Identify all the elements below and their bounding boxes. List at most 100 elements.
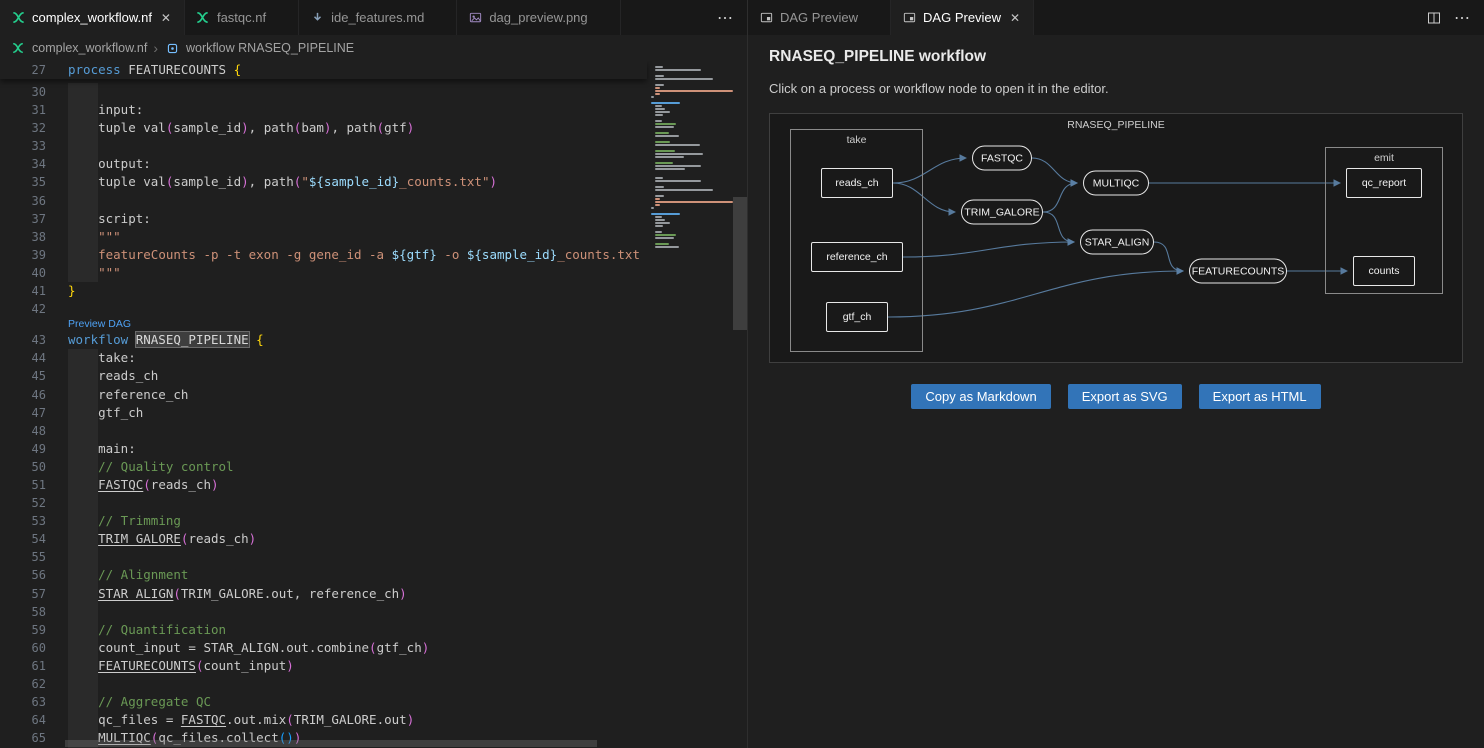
code-line[interactable] [68,137,647,155]
dag-node-counts[interactable]: counts [1353,256,1415,286]
dag-edge-reference_ch-STAR_ALIGN [903,242,1074,257]
dag-node-qc_report[interactable]: qc_report [1346,168,1422,198]
code-line[interactable]: // Trimming [68,512,647,530]
code-line[interactable]: gtf_ch [68,404,647,422]
code-row: 50 // Quality control [0,458,647,476]
line-number: 56 [0,566,46,584]
line-number: 33 [0,137,46,155]
code-line[interactable]: TRIM_GALORE(reads_ch) [68,530,647,548]
line-number: 52 [0,494,46,512]
image-icon [467,10,483,26]
dag-edge-TRIM_GALORE-STAR_ALIGN [1043,212,1074,242]
code-row: 63 // Aggregate QC [0,693,647,711]
indent-highlight [68,101,98,119]
code-line[interactable]: """ [68,228,647,246]
code-line[interactable] [68,494,647,512]
breadcrumb-symbol[interactable]: workflow RNASEQ_PIPELINE [186,41,354,55]
codelens-preview-dag[interactable]: Preview DAG [68,318,647,331]
dag-node-gtf_ch[interactable]: gtf_ch [826,302,888,332]
dag-edge-gtf_ch-FEATURECOUNTS [888,271,1183,317]
dag-node-reference_ch[interactable]: reference_ch [811,242,903,272]
code-line[interactable] [68,422,647,440]
code-row: 47 gtf_ch [0,404,647,422]
code-line[interactable]: output: [68,155,647,173]
code-line[interactable]: process FEATURECOUNTS { [68,61,647,79]
code-line[interactable]: main: [68,440,647,458]
line-number: 32 [0,119,46,137]
code-line[interactable]: reads_ch [68,367,647,385]
breadcrumb-file[interactable]: complex_workflow.nf [32,41,147,55]
code-line[interactable] [68,603,647,621]
vertical-scrollbar[interactable] [733,197,747,330]
code-row: 30 [0,83,647,101]
code-row: 39 featureCounts -p -t exon -g gene_id -… [0,246,647,264]
indent-highlight [68,386,98,404]
close-icon[interactable]: ✕ [1007,11,1023,25]
code-line[interactable]: workflow RNASEQ_PIPELINE { [68,331,647,349]
line-number: 40 [0,264,46,282]
dag-node-MULTIQC[interactable]: MULTIQC [1083,171,1149,196]
tab-fastqc-nf[interactable]: fastqc.nf [185,0,299,35]
code-line[interactable]: // Alignment [68,566,647,584]
code-line[interactable]: FASTQC(reads_ch) [68,476,647,494]
tab-ide-features-md[interactable]: ide_features.md [299,0,457,35]
tab-label: fastqc.nf [217,10,266,25]
code-line[interactable]: qc_files = FASTQC.out.mix(TRIM_GALORE.ou… [68,711,647,729]
line-number: 51 [0,476,46,494]
code-line[interactable]: STAR_ALIGN(TRIM_GALORE.out, reference_ch… [68,585,647,603]
copy-as-markdown-button[interactable]: Copy as Markdown [911,384,1050,409]
code-line[interactable]: tuple val(sample_id), path("${sample_id}… [68,173,647,191]
code-line[interactable]: // Quality control [68,458,647,476]
code-line[interactable]: // Aggregate QC [68,693,647,711]
close-icon[interactable]: ✕ [158,11,174,25]
tabbar-left: complex_workflow.nf✕ fastqc.nf ide_feature… [0,0,747,35]
horizontal-scrollbar[interactable] [65,740,597,747]
code-row: 59 // Quantification [0,621,647,639]
code-line[interactable]: tuple val(sample_id), path(bam), path(gt… [68,119,647,137]
dag-node-FASTQC[interactable]: FASTQC [972,146,1032,171]
line-number: 60 [0,639,46,657]
dag-node-reads_ch[interactable]: reads_ch [821,168,893,198]
sticky-scroll-line[interactable]: 27process FEATURECOUNTS { [0,61,647,79]
export-as-svg-button[interactable]: Export as SVG [1068,384,1182,409]
breadcrumb: complex_workflow.nf › workflow RNASEQ_PI… [0,35,747,61]
code-line[interactable] [68,548,647,566]
dag-node-STAR_ALIGN[interactable]: STAR_ALIGN [1080,230,1154,255]
line-number: 47 [0,404,46,422]
code-line[interactable]: input: [68,101,647,119]
code-line[interactable]: count_input = STAR_ALIGN.out.combine(gtf… [68,639,647,657]
code-line[interactable]: featureCounts -p -t exon -g gene_id -a $… [68,246,647,264]
line-number: 53 [0,512,46,530]
code-editor[interactable]: 3031 input:32 tuple val(sample_id), path… [0,61,747,748]
tab-overflow-button[interactable]: ⋯ [703,0,747,35]
indent-highlight [68,603,98,621]
code-line[interactable]: take: [68,349,647,367]
code-line[interactable]: reference_ch [68,386,647,404]
code-line[interactable]: } [68,282,647,300]
tab-dag-preview[interactable]: DAG Preview✕ [891,0,1034,35]
code-row: 31 input: [0,101,647,119]
code-row: 36 [0,192,647,210]
export-as-html-button[interactable]: Export as HTML [1199,384,1321,409]
code-line[interactable]: // Quantification [68,621,647,639]
code-line[interactable]: FEATURECOUNTS(count_input) [68,657,647,675]
more-actions-button[interactable]: ⋯ [1454,8,1470,28]
code-lines: 3031 input:32 tuple val(sample_id), path… [0,61,647,748]
code-line[interactable] [68,675,647,693]
indent-highlight [68,548,98,566]
tab-dag-preview[interactable]: DAG Preview [748,0,891,35]
minimap[interactable] [647,61,733,748]
tab-dag-preview-png[interactable]: dag_preview.png [457,0,620,35]
line-number: 64 [0,711,46,729]
code-line[interactable]: script: [68,210,647,228]
code-line[interactable] [68,83,647,101]
tab-complex-workflow-nf[interactable]: complex_workflow.nf✕ [0,0,185,35]
code-row: 38 """ [0,228,647,246]
dag-node-TRIM_GALORE[interactable]: TRIM_GALORE [961,200,1043,225]
split-editor-button[interactable] [1426,10,1442,26]
dag-node-FEATURECOUNTS[interactable]: FEATURECOUNTS [1189,259,1287,284]
code-line[interactable] [68,300,647,318]
indent-highlight [68,349,98,367]
code-line[interactable] [68,192,647,210]
code-line[interactable]: """ [68,264,647,282]
